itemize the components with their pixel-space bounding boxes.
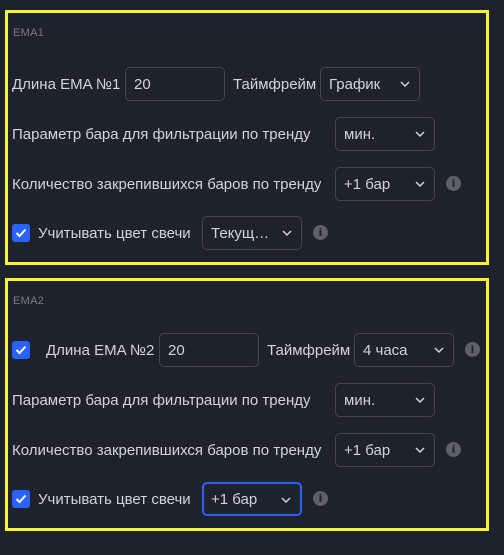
ema2-filter-value: мин. (344, 392, 376, 409)
ema1-candle-row: Учитывать цвет свечи Текущий бар i (8, 216, 486, 250)
info-icon[interactable]: i (465, 342, 480, 357)
section-title: EMA2 (13, 295, 45, 307)
ema1-bars-label: Количество закрепившихся баров по тренду (12, 176, 322, 193)
ema1-length-input[interactable] (125, 67, 225, 101)
ema2-bars-select[interactable]: +1 бар (335, 433, 435, 467)
ema1-timeframe-label: Таймфрейм (233, 76, 317, 93)
ema2-length-checkbox[interactable] (12, 341, 30, 359)
chevron-down-icon (415, 397, 425, 404)
info-icon[interactable]: i (446, 176, 461, 191)
ema2-candle-label: Учитывать цвет свечи (38, 491, 191, 508)
ema2-bars-value: +1 бар (344, 442, 391, 459)
ema1-filter-select[interactable]: мин. (335, 117, 435, 151)
chevron-down-icon (282, 230, 292, 237)
ema1-candle-value: Текущий бар (211, 225, 271, 242)
info-icon[interactable]: i (313, 491, 328, 506)
ema1-timeframe-value: График (329, 76, 381, 93)
ema1-section: EMA1 Длина EMA №1 Таймфрейм График Парам… (5, 10, 489, 265)
ema2-bars-label: Количество закрепившихся баров по тренду (12, 442, 322, 459)
ema1-bars-row: Количество закрепившихся баров по тренду… (8, 167, 486, 201)
ema1-candle-label: Учитывать цвет свечи (38, 225, 191, 242)
ema1-timeframe-select[interactable]: График (320, 67, 420, 101)
chevron-down-icon (415, 447, 425, 454)
info-icon[interactable]: i (313, 225, 328, 240)
ema1-length-row: Длина EMA №1 Таймфрейм График (8, 67, 486, 101)
ema1-filter-row: Параметр бара для фильтрации по тренду м… (8, 117, 486, 151)
chevron-down-icon (415, 131, 425, 138)
ema2-length-row: Длина EMA №2 Таймфрейм 4 часа i (8, 333, 486, 367)
ema1-candle-checkbox[interactable] (12, 224, 30, 242)
ema2-section: EMA2 Длина EMA №2 Таймфрейм 4 часа i Пар… (5, 278, 489, 531)
ema2-candle-select[interactable]: +1 бар (202, 482, 302, 516)
ema1-filter-label: Параметр бара для фильтрации по тренду (12, 126, 311, 143)
chevron-down-icon (281, 497, 291, 504)
ema2-bars-row: Количество закрепившихся баров по тренду… (8, 433, 486, 467)
ema2-filter-select[interactable]: мин. (335, 383, 435, 417)
ema2-timeframe-select[interactable]: 4 часа (354, 333, 454, 367)
ema2-candle-row: Учитывать цвет свечи +1 бар i (8, 482, 486, 516)
ema1-bars-select[interactable]: +1 бар (335, 167, 435, 201)
ema1-candle-select[interactable]: Текущий бар (202, 216, 302, 250)
info-icon[interactable]: i (446, 442, 461, 457)
checkmark-icon (15, 494, 27, 504)
ema2-candle-value: +1 бар (211, 491, 258, 508)
section-title: EMA1 (13, 27, 45, 39)
ema2-length-input[interactable] (159, 333, 259, 367)
ema2-timeframe-label: Таймфрейм (267, 342, 351, 359)
ema1-bars-value: +1 бар (344, 176, 391, 193)
chevron-down-icon (400, 81, 410, 88)
ema2-timeframe-value: 4 часа (363, 342, 408, 359)
chevron-down-icon (415, 181, 425, 188)
ema2-filter-label: Параметр бара для фильтрации по тренду (12, 392, 311, 409)
ema1-filter-value: мин. (344, 126, 376, 143)
ema2-candle-checkbox[interactable] (12, 490, 30, 508)
checkmark-icon (15, 228, 27, 238)
checkmark-icon (15, 345, 27, 355)
ema1-length-label: Длина EMA №1 (12, 76, 121, 93)
ema2-length-label: Длина EMA №2 (46, 342, 155, 359)
ema2-filter-row: Параметр бара для фильтрации по тренду м… (8, 383, 486, 417)
chevron-down-icon (434, 347, 444, 354)
